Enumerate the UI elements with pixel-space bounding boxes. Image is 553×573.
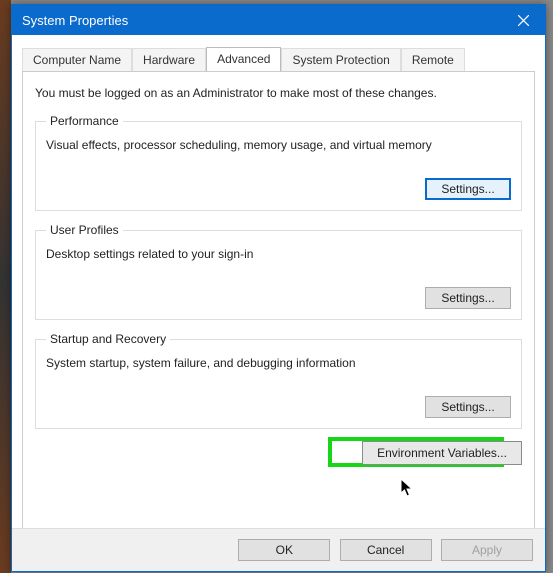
close-icon [518, 15, 529, 26]
user-profiles-desc: Desktop settings related to your sign-in [46, 247, 511, 261]
tab-strip: Computer Name Hardware Advanced System P… [22, 47, 535, 71]
system-properties-window: System Properties Computer Name Hardware… [11, 4, 546, 572]
close-button[interactable] [501, 5, 545, 35]
performance-desc: Visual effects, processor scheduling, me… [46, 138, 511, 152]
apply-button[interactable]: Apply [441, 539, 533, 561]
performance-settings-button[interactable]: Settings... [425, 178, 511, 200]
performance-legend: Performance [46, 114, 123, 128]
environment-variables-button[interactable]: Environment Variables... [362, 441, 522, 465]
tab-panel-advanced: You must be logged on as an Administrato… [22, 71, 535, 541]
startup-recovery-group: Startup and Recovery System startup, sys… [35, 332, 522, 429]
dialog-footer: OK Cancel Apply [12, 528, 545, 571]
user-profiles-group: User Profiles Desktop settings related t… [35, 223, 522, 320]
tab-hardware[interactable]: Hardware [132, 48, 206, 72]
user-profiles-legend: User Profiles [46, 223, 123, 237]
performance-group: Performance Visual effects, processor sc… [35, 114, 522, 211]
startup-recovery-settings-button[interactable]: Settings... [425, 396, 511, 418]
tab-computer-name[interactable]: Computer Name [22, 48, 132, 72]
tab-remote[interactable]: Remote [401, 48, 465, 72]
admin-notice: You must be logged on as an Administrato… [35, 86, 522, 100]
tab-advanced[interactable]: Advanced [206, 47, 281, 71]
window-title: System Properties [22, 13, 501, 28]
tab-system-protection[interactable]: System Protection [281, 48, 400, 72]
startup-recovery-desc: System startup, system failure, and debu… [46, 356, 511, 370]
startup-recovery-legend: Startup and Recovery [46, 332, 170, 346]
user-profiles-settings-button[interactable]: Settings... [425, 287, 511, 309]
ok-button[interactable]: OK [238, 539, 330, 561]
cancel-button[interactable]: Cancel [340, 539, 432, 561]
titlebar[interactable]: System Properties [12, 5, 545, 35]
